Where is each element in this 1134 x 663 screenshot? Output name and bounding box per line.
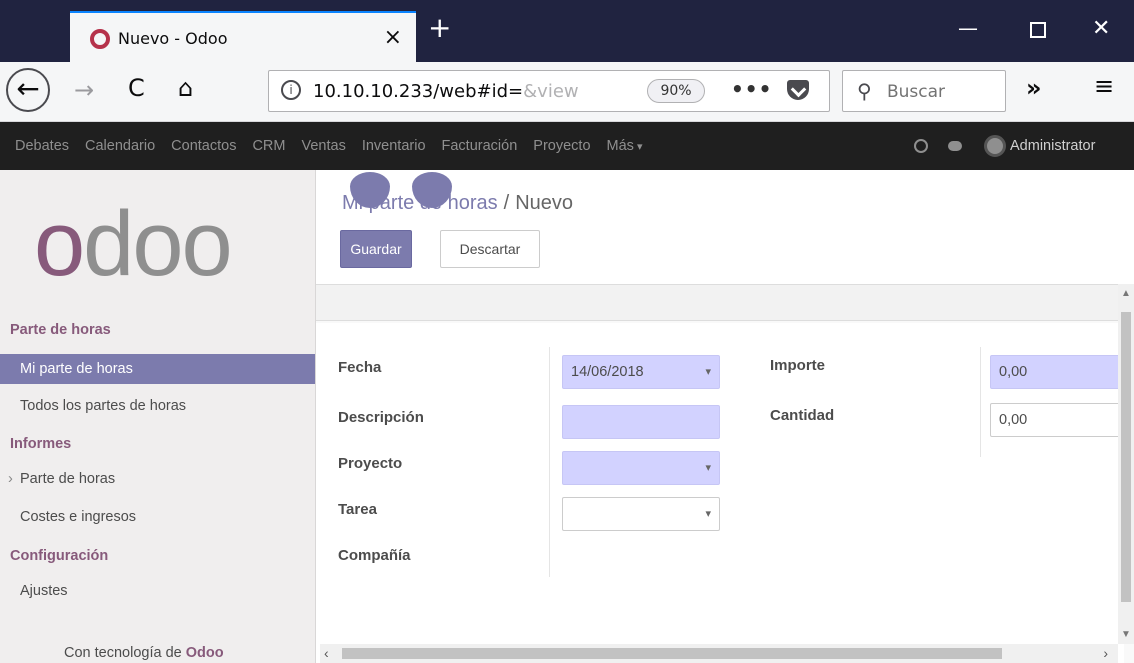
logo-first-letter: o [34,193,85,295]
tab-title: Nuevo - Odoo [118,29,228,48]
sidebar-item-report-timesheets[interactable]: Parte de horas [0,464,315,494]
window-close-button[interactable]: ✕ [1092,18,1110,40]
odoo-favicon-icon [90,29,110,49]
breadcrumb-current: Nuevo [515,192,574,214]
app-ventas[interactable]: Ventas [293,138,353,154]
app-debates[interactable]: Debates [0,138,77,154]
scroll-down-icon[interactable]: ▼ [1121,629,1131,640]
description-label: Descripción [338,409,424,426]
sidebar-section-reports: Informes [10,436,72,452]
project-field[interactable] [562,451,720,485]
sidebar-item-all-timesheets[interactable]: Todos los partes de horas [0,391,315,421]
url-bar[interactable]: i 10.10.10.233/web#id=&view 90% ••• [268,70,830,112]
systray: Administrator [914,122,1095,170]
app-proyecto[interactable]: Proyecto [525,138,598,154]
window-minimize-button[interactable]: — [958,18,978,38]
search-input[interactable]: ⚲ Buscar [842,70,1006,112]
logo-rest: doo [83,193,232,295]
form-statusbar [316,285,1134,321]
search-icon: ⚲ [857,79,872,103]
odoo-logo[interactable]: odoo [34,198,233,290]
url-faded: &view [523,81,579,102]
powered-brand-link[interactable]: Odoo [186,645,224,661]
main-content: Mi parte de horas/Nuevo Guardar Descarta… [316,170,1134,663]
vertical-scrollbar[interactable]: ▲ ▼ [1118,284,1134,644]
sidebar-section-timesheets: Parte de horas [10,322,111,338]
url-text[interactable]: 10.10.10.233/web#id=&view [313,81,579,102]
user-menu-name[interactable]: Administrator [1010,138,1095,154]
browser-tab-bar: Nuevo - Odoo × + — ✕ [0,0,1134,62]
scroll-left-icon[interactable]: ‹ [324,645,329,661]
user-avatar[interactable] [984,135,1006,157]
discard-button[interactable]: Descartar [440,230,540,268]
app-calendario[interactable]: Calendario [77,138,163,154]
description-field[interactable] [562,405,720,439]
quantity-label: Cantidad [770,407,835,424]
sidebar-item-costs[interactable]: Costes e ingresos [0,502,315,532]
odoo-main-nav: Debates Calendario Contactos CRM Ventas … [0,122,1134,170]
form-sheet: Fecha 14/06/2018 Descripción Proyecto Ta… [316,323,1124,663]
horizontal-scrollbar[interactable]: ‹ › [320,644,1118,663]
app-more-menu[interactable]: Más [599,138,651,154]
column-divider [980,347,981,457]
browser-toolbar: ← → C ⌂ i 10.10.10.233/web#id=&view 90% … [0,62,1134,122]
search-placeholder: Buscar [887,82,946,102]
toolbar-overflow-button[interactable]: » [1026,74,1042,102]
save-button[interactable]: Guardar [340,230,412,268]
powered-by: Con tecnología de Odoo [64,645,224,661]
app-menu: Debates Calendario Contactos CRM Ventas … [0,122,651,170]
app-contactos[interactable]: Contactos [163,138,244,154]
back-button[interactable]: ← [6,68,50,112]
new-tab-button[interactable]: + [428,14,451,42]
task-field[interactable] [562,497,720,531]
forward-button[interactable]: → [74,76,94,104]
sidebar-item-settings[interactable]: Ajustes [0,576,315,606]
window-maximize-button[interactable] [1030,22,1046,38]
breadcrumb-separator: / [503,192,510,214]
site-info-icon[interactable]: i [281,80,301,100]
date-field[interactable]: 14/06/2018 [562,355,720,389]
amount-label: Importe [770,357,826,374]
quantity-field[interactable]: 0,00 [990,403,1124,437]
sidebar-section-config: Configuración [10,548,109,564]
url-main: 10.10.10.233/web#id= [313,81,524,102]
scroll-right-icon[interactable]: › [1103,645,1108,661]
reload-button[interactable]: C [128,74,145,102]
project-label: Proyecto [338,455,403,472]
vertical-scroll-thumb[interactable] [1121,312,1131,602]
sidebar: odoo Parte de horas Mi parte de horas To… [0,170,316,663]
horizontal-scroll-thumb[interactable] [342,648,1002,659]
page-actions-icon[interactable]: ••• [731,77,772,101]
task-label: Tarea [338,501,377,518]
company-label: Compañía [338,547,411,564]
close-tab-icon[interactable]: × [384,25,402,50]
pocket-icon[interactable] [787,80,809,100]
date-label: Fecha [338,359,382,376]
activity-clock-icon[interactable] [914,139,928,153]
amount-field[interactable]: 0,00 [990,355,1124,389]
form-view: Fecha 14/06/2018 Descripción Proyecto Ta… [316,284,1134,663]
powered-prefix: Con tecnología de [64,645,182,661]
app-crm[interactable]: CRM [244,138,293,154]
browser-tab[interactable]: Nuevo - Odoo × [70,11,416,62]
messaging-chat-icon[interactable] [948,141,962,151]
sidebar-item-my-timesheets[interactable]: Mi parte de horas [0,354,315,384]
home-button[interactable]: ⌂ [178,74,193,102]
app-inventario[interactable]: Inventario [354,138,434,154]
scroll-up-icon[interactable]: ▲ [1121,288,1131,299]
app-facturacion[interactable]: Facturación [434,138,526,154]
hamburger-menu-icon[interactable]: ≡ [1094,72,1114,100]
zoom-level-badge[interactable]: 90% [647,79,705,103]
column-divider [549,347,550,577]
